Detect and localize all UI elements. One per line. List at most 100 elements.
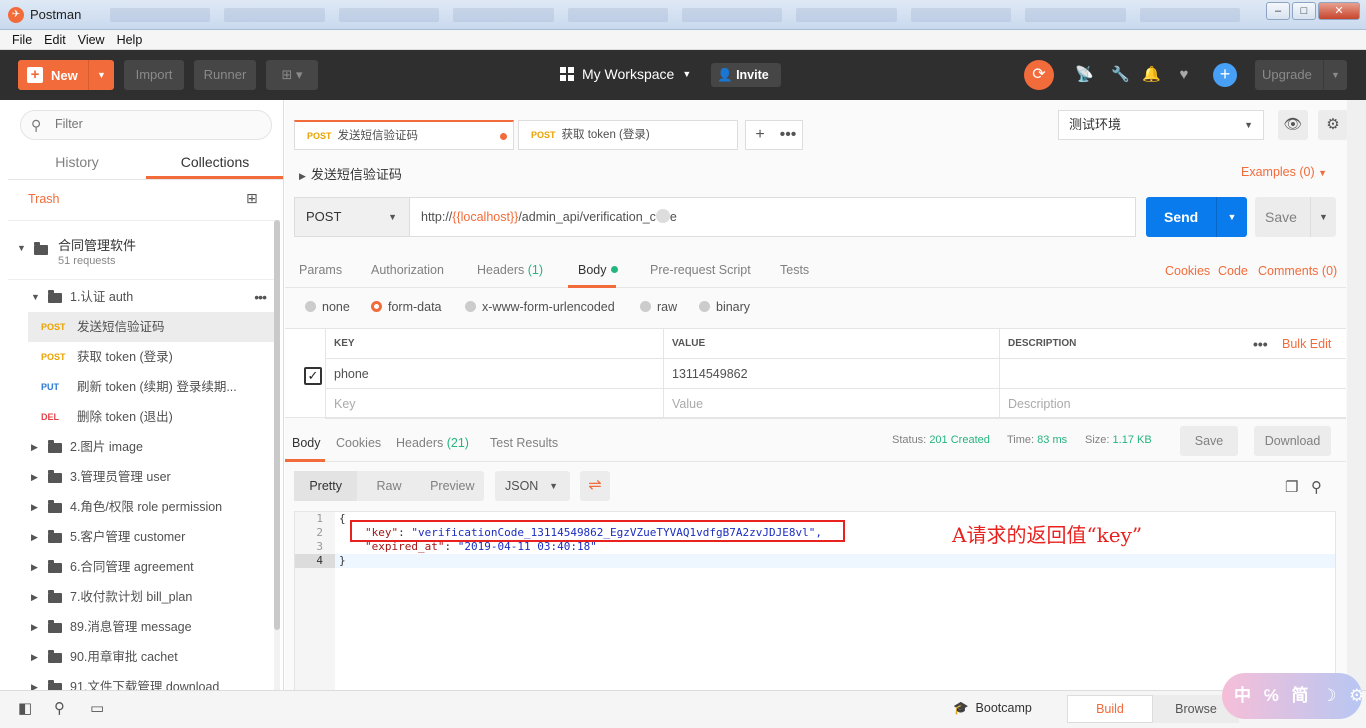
main-scrollbar[interactable] bbox=[1347, 100, 1366, 690]
save-response-button[interactable]: Save bbox=[1180, 426, 1238, 456]
kv-description-cell[interactable] bbox=[999, 359, 1346, 389]
format-raw[interactable]: Raw bbox=[357, 471, 420, 501]
add-tab-icon[interactable]: + bbox=[746, 121, 774, 149]
trash-link[interactable]: Trash bbox=[28, 192, 60, 206]
folder-item[interactable]: ▶ 90.用章审批 cachet bbox=[8, 642, 274, 672]
expand-arrow-icon[interactable]: ▶ bbox=[31, 432, 38, 462]
folder-item[interactable]: ▼ 1.认证 auth ••• bbox=[8, 282, 274, 312]
filter-input[interactable] bbox=[55, 117, 255, 131]
radio-binary[interactable]: binary bbox=[699, 300, 750, 314]
more-options-icon[interactable]: ••• bbox=[254, 282, 267, 312]
more-tabs-icon[interactable]: ••• bbox=[774, 121, 802, 149]
kv-value-cell[interactable]: 13114549862 bbox=[663, 359, 999, 389]
tab-tests[interactable]: Tests bbox=[780, 263, 809, 277]
new-dropdown-caret[interactable]: ▼ bbox=[88, 60, 114, 90]
request-item[interactable]: POST 获取 token (登录) bbox=[8, 342, 274, 372]
request-item[interactable]: DEL 删除 token (退出) bbox=[8, 402, 274, 432]
key-placeholder-input[interactable]: Key bbox=[325, 389, 663, 419]
search-icon[interactable]: ⚲ bbox=[1311, 478, 1322, 496]
scrollbar-thumb[interactable] bbox=[274, 220, 280, 630]
wrench-icon[interactable]: 🔧 bbox=[1111, 66, 1130, 84]
tab-test-results[interactable]: Test Results bbox=[490, 436, 558, 450]
radio-form-data[interactable]: form-data bbox=[371, 300, 442, 314]
folder-item[interactable]: ▶ 5.客户管理 customer bbox=[8, 522, 274, 552]
format-preview[interactable]: Preview bbox=[421, 471, 484, 501]
examples-dropdown[interactable]: Examples (0) ▼ bbox=[1241, 165, 1327, 179]
tab-collections[interactable]: Collections bbox=[146, 148, 283, 179]
ime-toolbar[interactable]: 中 ℅ 简 ☽ ⚙ 👕 bbox=[1222, 673, 1366, 719]
request-tab-active[interactable]: POST 发送短信验证码 bbox=[294, 120, 514, 150]
collapse-arrow-icon[interactable]: ▼ bbox=[17, 243, 26, 253]
tab-params[interactable]: Params bbox=[299, 263, 342, 277]
copy-icon[interactable]: ❐ bbox=[1285, 478, 1298, 496]
workspace-switcher[interactable]: My Workspace ▼ bbox=[560, 66, 691, 82]
collection-item[interactable]: ▼ 合同管理软件 51 requests bbox=[8, 220, 274, 280]
menu-view[interactable]: View bbox=[72, 30, 111, 49]
menu-file[interactable]: File bbox=[6, 30, 38, 49]
format-pretty[interactable]: Pretty bbox=[294, 471, 358, 501]
radio-urlencoded[interactable]: x-www-form-urlencoded bbox=[465, 300, 615, 314]
download-button[interactable]: Download bbox=[1254, 426, 1331, 456]
bell-icon[interactable]: 🔔 bbox=[1142, 66, 1161, 84]
sync-icon[interactable]: ⟳ bbox=[1024, 60, 1054, 90]
build-mode-tab[interactable]: Build bbox=[1067, 695, 1153, 723]
find-icon[interactable]: ⚲ bbox=[54, 699, 65, 717]
radio-raw[interactable]: raw bbox=[640, 300, 677, 314]
expand-arrow-icon[interactable]: ▶ bbox=[31, 492, 38, 522]
kv-key-cell[interactable]: phone bbox=[325, 359, 663, 389]
import-button[interactable]: Import bbox=[124, 60, 184, 90]
heart-icon[interactable]: ♥ bbox=[1175, 66, 1193, 84]
save-dropdown-caret[interactable]: ▼ bbox=[1310, 197, 1336, 237]
folder-item[interactable]: ▶ 3.管理员管理 user bbox=[8, 462, 274, 492]
send-dropdown-caret[interactable]: ▼ bbox=[1216, 197, 1247, 237]
close-window-button[interactable]: ✕ bbox=[1318, 2, 1360, 20]
method-select[interactable]: POST ▼ bbox=[294, 197, 410, 237]
tab-response-headers[interactable]: Headers (21) bbox=[396, 436, 469, 450]
request-item[interactable]: PUT 刷新 token (续期) 登录续期... bbox=[8, 372, 274, 402]
row-enabled-checkbox[interactable]: ✓ bbox=[304, 367, 322, 385]
collapse-arrow-icon[interactable]: ▼ bbox=[31, 282, 40, 312]
expand-arrow-icon[interactable]: ▶ bbox=[31, 672, 38, 690]
value-placeholder-input[interactable]: Value bbox=[663, 389, 999, 419]
folder-item[interactable]: ▶ 6.合同管理 agreement bbox=[8, 552, 274, 582]
expand-arrow-icon[interactable]: ▶ bbox=[31, 462, 38, 492]
request-item[interactable]: POST 发送短信验证码 bbox=[28, 312, 274, 342]
bootcamp-link[interactable]: 🎓 Bootcamp bbox=[953, 701, 1032, 716]
toggle-sidebar-icon[interactable]: ◧ bbox=[18, 699, 32, 717]
expand-arrow-icon[interactable]: ▶ bbox=[31, 642, 38, 672]
invite-button[interactable]: 👤 Invite bbox=[711, 63, 781, 87]
tab-history[interactable]: History bbox=[8, 148, 146, 179]
gear-icon[interactable]: ⚙ bbox=[1318, 110, 1348, 140]
add-workspace-icon[interactable]: + bbox=[1213, 63, 1237, 87]
tab-body[interactable]: Body bbox=[578, 263, 618, 277]
radio-none[interactable]: none bbox=[305, 300, 350, 314]
response-code-viewer[interactable]: 1 2 3 4 { "key": "verificationCode_13114… bbox=[294, 511, 1336, 691]
folder-item[interactable]: ▶ 7.收付款计划 bill_plan bbox=[8, 582, 274, 612]
upgrade-dropdown-caret[interactable]: ▼ bbox=[1323, 60, 1347, 90]
tab-headers[interactable]: Headers (1) bbox=[477, 263, 543, 277]
more-options-icon[interactable]: ••• bbox=[1253, 336, 1268, 352]
sidebar-scrollbar[interactable] bbox=[274, 220, 280, 690]
expand-arrow-icon[interactable]: ▶ bbox=[31, 612, 38, 642]
wrap-lines-icon[interactable]: ⇌ bbox=[580, 471, 610, 501]
runner-button[interactable]: Runner bbox=[194, 60, 256, 90]
environment-select[interactable]: 测试环境 ▼ bbox=[1058, 110, 1264, 140]
save-button[interactable]: Save ▼ bbox=[1255, 197, 1336, 237]
send-button[interactable]: Send ▼ bbox=[1146, 197, 1247, 237]
expand-arrow-icon[interactable]: ▶ bbox=[31, 522, 38, 552]
request-tab[interactable]: POST 获取 token (登录) bbox=[518, 120, 738, 150]
tab-prerequest-script[interactable]: Pre-request Script bbox=[650, 263, 751, 277]
expand-arrow-icon[interactable]: ▶ bbox=[299, 171, 306, 181]
satellite-icon[interactable]: 📡 bbox=[1075, 66, 1094, 84]
menu-help[interactable]: Help bbox=[111, 30, 149, 49]
eye-icon[interactable]: 👁 bbox=[1278, 110, 1308, 140]
folder-item[interactable]: ▶ 2.图片 image bbox=[8, 432, 274, 462]
menu-edit[interactable]: Edit bbox=[38, 30, 72, 49]
expand-arrow-icon[interactable]: ▶ bbox=[31, 552, 38, 582]
cookies-link[interactable]: Cookies bbox=[1165, 264, 1210, 278]
new-collection-icon[interactable]: ⊞ bbox=[246, 190, 258, 207]
language-select[interactable]: JSON ▼ bbox=[495, 471, 570, 501]
comments-link[interactable]: Comments (0) bbox=[1258, 264, 1337, 278]
console-icon[interactable]: ▭ bbox=[90, 699, 104, 717]
tab-response-body[interactable]: Body bbox=[292, 436, 321, 450]
